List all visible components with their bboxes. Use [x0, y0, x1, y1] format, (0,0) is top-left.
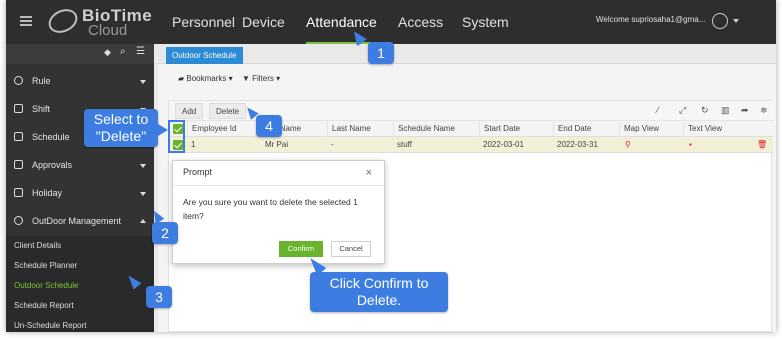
tab-outdoor-schedule[interactable]: Outdoor Schedule: [166, 47, 243, 64]
list-icon[interactable]: ☰: [136, 46, 145, 57]
filter-bar: ▰ Bookmarks ▾ ▼ Filters ▾: [158, 68, 776, 90]
add-button[interactable]: Add: [175, 103, 204, 119]
column-schedule-name[interactable]: Schedule Name: [393, 121, 479, 137]
sidebar-item-label: OutDoor Management: [32, 216, 122, 226]
close-icon[interactable]: ×: [366, 167, 372, 179]
cell-last-name: -: [331, 140, 334, 149]
dialog-message: Are you sure you want to delete the sele…: [183, 197, 358, 221]
callout-pointer: [158, 124, 168, 136]
column-employee-id[interactable]: Employee Id: [187, 121, 257, 137]
bookmarks-dropdown[interactable]: ▰ Bookmarks ▾: [178, 74, 233, 83]
holiday-icon: [14, 188, 23, 197]
filters-dropdown[interactable]: ▼ Filters ▾: [242, 74, 280, 83]
confirm-button[interactable]: Confirm: [279, 241, 323, 257]
cell-schedule-name: stuff: [397, 140, 412, 149]
welcome-text: Welcome supriosaha1@gma...: [596, 15, 706, 24]
column-map-view[interactable]: Map View: [619, 121, 683, 137]
chevron-down-icon[interactable]: [733, 19, 739, 23]
trash-icon[interactable]: 🗑: [753, 137, 767, 153]
chevron-down-icon: [140, 164, 146, 168]
step-badge-2: 2: [152, 222, 178, 244]
delete-button[interactable]: Delete: [209, 103, 247, 119]
column-end-date[interactable]: End Date: [553, 121, 619, 137]
map-pin-icon[interactable]: ⚲: [621, 137, 631, 153]
filter-icon: ▼: [242, 74, 253, 83]
cancel-button[interactable]: Cancel: [331, 241, 371, 257]
filters-label: Filters: [252, 74, 274, 83]
chevron-up-icon: [140, 219, 146, 223]
column-last-name[interactable]: Last Name: [327, 121, 393, 137]
sidebar-item-label: Approvals: [32, 160, 73, 170]
pdf-icon[interactable]: ▪: [685, 137, 692, 153]
sidebar-item-label: Rule: [32, 76, 51, 86]
step-badge-4: 4: [256, 115, 282, 137]
sidebar-item-outdoor-management[interactable]: OutDoor Management: [6, 208, 154, 234]
cell-start-date: 2022-03-01: [483, 140, 524, 149]
confirm-callout: Click Confirm to Delete.: [310, 272, 448, 312]
cell-first-name: Mr Pai: [265, 140, 289, 149]
chevron-down-icon: [140, 192, 146, 196]
sidebar-toolbar: ◆ ⌕ ☰: [6, 44, 154, 64]
app-window: BioTime Cloud Personnel Device Attendanc…: [6, 0, 776, 332]
nav-personnel[interactable]: Personnel: [172, 0, 235, 44]
delete-prompt-dialog: Prompt × Are you sure you want to delete…: [172, 160, 385, 264]
tab-strip: Outdoor Schedule: [158, 44, 776, 64]
select-callout: Select to "Delete": [84, 109, 158, 147]
column-start-date[interactable]: Start Date: [479, 121, 553, 137]
confirm-callout-text: Click Confirm to Delete.: [329, 275, 429, 308]
bookmarks-label: Bookmarks: [186, 74, 227, 83]
sidebar-item-label: Shift: [32, 104, 51, 114]
user-avatar-icon[interactable]: [712, 13, 728, 29]
nav-system[interactable]: System: [462, 0, 509, 44]
expand-icon[interactable]: ⤢: [679, 105, 686, 116]
select-callout-text: Select to "Delete": [93, 111, 149, 144]
calendar-icon: [14, 132, 23, 141]
export-icon[interactable]: ➦: [741, 105, 749, 116]
nav-access[interactable]: Access: [398, 0, 443, 44]
chevron-down-icon: [140, 80, 146, 84]
logo-subtext: Cloud: [88, 22, 128, 39]
checkbox-highlight: [168, 120, 185, 153]
logo-cloud-icon: [44, 4, 82, 38]
sidebar-item-label: Schedule: [32, 132, 70, 142]
sidebar-subitem-client-details[interactable]: Client Details: [6, 236, 154, 256]
dialog-divider: [173, 185, 384, 186]
step-badge-3: 3: [146, 286, 172, 308]
cell-end-date: 2022-03-31: [557, 140, 598, 149]
step-badge-1: 1: [368, 42, 394, 64]
refresh-icon[interactable]: ↻: [701, 105, 709, 116]
sidebar-subitem-unschedule-report[interactable]: Un-Schedule Report: [6, 316, 154, 332]
sidebar: ◆ ⌕ ☰ Rule Shift Schedule Approvals Holi…: [6, 44, 154, 332]
top-navbar: BioTime Cloud Personnel Device Attendanc…: [6, 0, 776, 44]
search-icon[interactable]: ⌕: [120, 46, 126, 57]
menu-icon[interactable]: [20, 16, 32, 26]
table-row[interactable]: 1 Mr Pai - stuff 2022-03-01 2022-03-31 ⚲…: [169, 137, 773, 153]
approvals-icon: [14, 160, 23, 169]
cell-employee-id: 1: [191, 140, 196, 149]
sidebar-item-rule[interactable]: Rule: [6, 68, 154, 94]
dialog-title: Prompt: [183, 167, 213, 177]
bike-icon: [14, 216, 23, 225]
biotime-logo: BioTime Cloud: [44, 4, 158, 40]
tag-icon[interactable]: ◆: [104, 47, 111, 58]
sidebar-subitem-schedule-report[interactable]: Schedule Report: [6, 296, 154, 316]
columns-icon[interactable]: ▥: [721, 105, 730, 116]
rule-icon: [14, 76, 23, 85]
sidebar-item-approvals[interactable]: Approvals: [6, 152, 154, 178]
shift-icon: [14, 104, 23, 113]
nav-device[interactable]: Device: [242, 0, 285, 44]
sidebar-item-holiday[interactable]: Holiday: [6, 180, 154, 206]
settings-icon[interactable]: ≑: [760, 105, 768, 116]
column-text-view[interactable]: Text View: [683, 121, 753, 137]
sidebar-item-label: Holiday: [32, 188, 63, 198]
clear-icon[interactable]: ⁄: [657, 105, 659, 115]
